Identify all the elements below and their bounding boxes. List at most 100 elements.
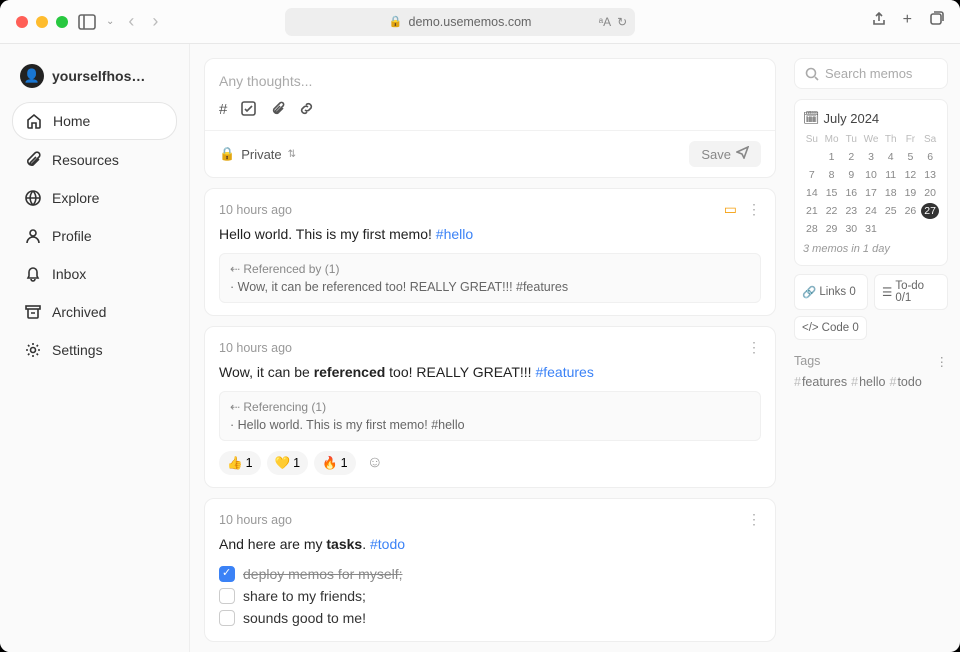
links-stat[interactable]: 🔗 Links 0	[794, 274, 868, 310]
save-button[interactable]: Save	[689, 141, 761, 167]
calendar-day[interactable]: 28	[803, 221, 821, 237]
forward-button[interactable]: ›	[148, 11, 162, 32]
reaction-chip[interactable]: 🔥1	[314, 451, 356, 475]
calendar-day[interactable]: 1	[823, 149, 841, 165]
calendar-day[interactable]: 23	[842, 203, 860, 219]
reaction-chip[interactable]: 💛1	[267, 451, 309, 475]
privacy-selector[interactable]: 🔒 Private ⇅	[219, 146, 296, 162]
tag-chip[interactable]: # todo	[890, 375, 922, 389]
nav-item-home[interactable]: Home	[12, 102, 177, 140]
checkbox-icon[interactable]	[241, 101, 256, 120]
attachment-icon[interactable]	[270, 101, 285, 120]
translate-icon[interactable]: ᵃA	[599, 15, 611, 29]
gear-icon	[24, 341, 42, 359]
calendar-day[interactable]: 20	[921, 185, 939, 201]
calendar-footer: 3 memos in 1 day	[803, 243, 939, 255]
nav-item-explore[interactable]: Explore	[12, 180, 177, 216]
calendar-day[interactable]: 17	[862, 185, 880, 201]
task-item[interactable]: sounds good to me!	[219, 607, 761, 629]
new-tab-icon[interactable]: +	[903, 11, 912, 32]
calendar-day[interactable]: 27	[921, 203, 939, 219]
calendar-day[interactable]: 25	[882, 203, 900, 219]
nav-item-inbox[interactable]: Inbox	[12, 256, 177, 292]
calendar-day[interactable]: 8	[823, 167, 841, 183]
hashtag-icon[interactable]: #	[219, 101, 227, 120]
add-reaction-button[interactable]: ☺	[362, 451, 388, 475]
memo-body: Wow, it can be referenced too! REALLY GR…	[219, 362, 761, 383]
calendar-day[interactable]: 18	[882, 185, 900, 201]
calendar: 🗓 July 2024 SuMoTuWeThFrSa12345678910111…	[794, 99, 948, 266]
calendar-day[interactable]: 29	[823, 221, 841, 237]
calendar-day[interactable]: 22	[823, 203, 841, 219]
calendar-day[interactable]: 3	[862, 149, 880, 165]
bookmark-icon[interactable]: ▭	[724, 201, 737, 218]
address-bar[interactable]: 🔒 demo.usememos.com ᵃA ↻	[285, 8, 635, 36]
chevron-down-icon[interactable]: ⌄	[106, 16, 114, 27]
checkbox[interactable]	[219, 610, 235, 626]
user-profile-link[interactable]: 👤 yourselfhos…	[12, 60, 177, 102]
nav-label: Home	[53, 113, 90, 129]
calendar-day[interactable]: 31	[862, 221, 880, 237]
avatar: 👤	[20, 64, 44, 88]
calendar-day[interactable]: 16	[842, 185, 860, 201]
checkbox[interactable]	[219, 588, 235, 604]
lock-icon: 🔒	[219, 146, 235, 162]
todo-stat[interactable]: ☰ To-do 0/1	[874, 274, 948, 310]
calendar-day[interactable]: 26	[902, 203, 920, 219]
nav-item-settings[interactable]: Settings	[12, 332, 177, 368]
calendar-day[interactable]: 7	[803, 167, 821, 183]
link-icon[interactable]	[299, 101, 314, 120]
nav-label: Profile	[52, 228, 92, 244]
chevron-updown-icon: ⇅	[288, 149, 296, 160]
calendar-day	[803, 149, 821, 165]
back-button[interactable]: ‹	[124, 11, 138, 32]
more-menu-icon[interactable]: ⋮	[747, 511, 761, 528]
nav-item-profile[interactable]: Profile	[12, 218, 177, 254]
calendar-dow: Th	[882, 132, 900, 147]
nav-label: Explore	[52, 190, 99, 206]
search-input[interactable]: Search memos	[794, 58, 948, 89]
calendar-day[interactable]: 14	[803, 185, 821, 201]
calendar-day[interactable]: 13	[921, 167, 939, 183]
reference-line[interactable]: · Wow, it can be referenced too! REALLY …	[230, 280, 750, 294]
checkbox[interactable]	[219, 566, 235, 582]
calendar-day[interactable]: 21	[803, 203, 821, 219]
reload-icon[interactable]: ↻	[617, 15, 627, 29]
more-menu-icon[interactable]: ⋮	[747, 339, 761, 356]
reaction-chip[interactable]: 👍1	[219, 451, 261, 475]
tags-heading: Tags	[794, 354, 820, 369]
calendar-day[interactable]: 19	[902, 185, 920, 201]
calendar-day[interactable]: 6	[921, 149, 939, 165]
calendar-day[interactable]: 4	[882, 149, 900, 165]
tags-menu-icon[interactable]: ⋮	[936, 354, 949, 369]
reference-title: ⇠ Referenced by (1)	[230, 262, 750, 276]
calendar-day[interactable]: 15	[823, 185, 841, 201]
calendar-day[interactable]: 24	[862, 203, 880, 219]
nav-item-archived[interactable]: Archived	[12, 294, 177, 330]
calendar-day[interactable]: 10	[862, 167, 880, 183]
calendar-day[interactable]: 9	[842, 167, 860, 183]
reference-line[interactable]: · Hello world. This is my first memo! #h…	[230, 418, 750, 432]
tag-chip[interactable]: # features	[794, 375, 847, 389]
calendar-day[interactable]: 5	[902, 149, 920, 165]
calendar-day[interactable]: 30	[842, 221, 860, 237]
tabs-icon[interactable]	[928, 11, 944, 32]
maximize-window-button[interactable]	[56, 16, 68, 28]
code-stat[interactable]: </> Code 0	[794, 316, 867, 340]
nav-item-resources[interactable]: Resources	[12, 142, 177, 178]
task-item[interactable]: share to my friends;	[219, 585, 761, 607]
close-window-button[interactable]	[16, 16, 28, 28]
home-icon	[25, 112, 43, 130]
memo-composer: Any thoughts... # 🔒 Private ⇅ Save	[204, 58, 776, 178]
minimize-window-button[interactable]	[36, 16, 48, 28]
calendar-title: July 2024	[824, 111, 880, 126]
share-icon[interactable]	[871, 11, 887, 32]
task-item[interactable]: deploy memos for myself;	[219, 563, 761, 585]
composer-input[interactable]: Any thoughts...	[219, 71, 761, 101]
sidebar-toggle-icon[interactable]	[78, 14, 96, 30]
calendar-day[interactable]: 2	[842, 149, 860, 165]
calendar-day[interactable]: 12	[902, 167, 920, 183]
calendar-day[interactable]: 11	[882, 167, 900, 183]
tag-chip[interactable]: # hello	[851, 375, 885, 389]
more-menu-icon[interactable]: ⋮	[747, 201, 761, 218]
